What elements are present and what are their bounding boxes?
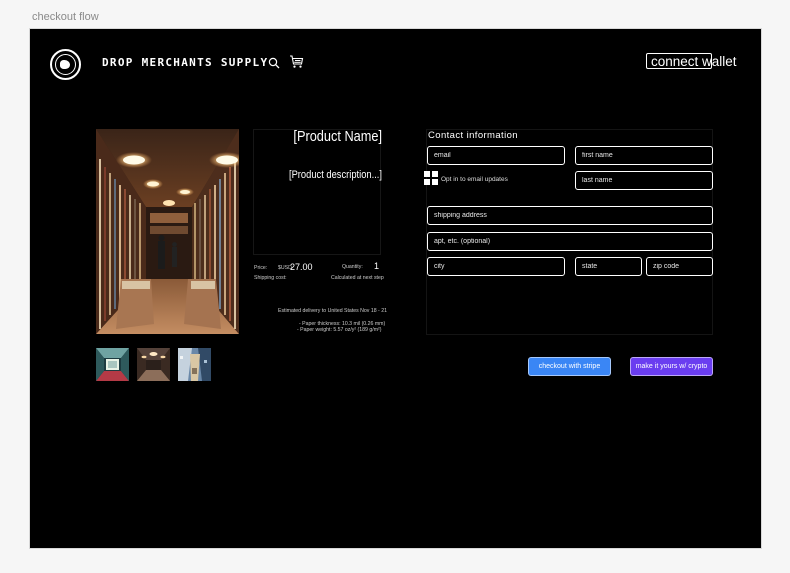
thumbnail-3[interactable]	[178, 348, 211, 381]
city-field[interactable]	[427, 257, 565, 276]
last-name-field[interactable]	[575, 171, 713, 190]
checkout-page: DROP MERCHANTS SUPPLY connect wallet [Pr…	[29, 28, 762, 549]
product-image	[96, 129, 239, 334]
optin-label[interactable]: Opt in to email updates	[441, 176, 508, 183]
quantity-label: Quantity:	[342, 264, 363, 270]
checkout-with-stripe-button[interactable]: checkout with stripe	[528, 357, 611, 376]
thumbnail-1[interactable]	[96, 348, 129, 381]
price-label: Price:	[254, 265, 268, 271]
product-description: [Product description...]	[288, 169, 382, 181]
shipping-address-field[interactable]	[427, 206, 713, 225]
brand-name[interactable]: DROP MERCHANTS SUPPLY	[102, 56, 268, 69]
state-field[interactable]	[575, 257, 642, 276]
contact-title: Contact information	[428, 130, 518, 141]
pay-with-crypto-button[interactable]: make it yours w/ crypto	[630, 357, 713, 376]
frame-label: checkout flow	[32, 11, 99, 23]
search-icon[interactable]	[268, 57, 280, 69]
shipping-value: Calculated at next step	[331, 275, 384, 281]
zip-code-field[interactable]	[646, 257, 713, 276]
grid-checkbox-icon[interactable]	[424, 171, 439, 186]
shipping-label: Shipping cost:	[254, 275, 287, 281]
thumbnail-2[interactable]	[137, 348, 170, 381]
price-value: 27.00	[290, 262, 313, 272]
product-info-box	[253, 129, 381, 255]
delivery-estimate: Estimated delivery to United States Nov …	[278, 308, 387, 314]
connect-wallet-label[interactable]: connect wallet	[651, 53, 737, 71]
apt-field[interactable]	[427, 232, 713, 251]
cart-icon[interactable]	[289, 54, 304, 69]
quantity-value: 1	[374, 261, 380, 271]
paper-weight: - Paper weight: 5.57 oz/y² (189 g/m²)	[297, 327, 382, 333]
globe-logo-icon[interactable]	[50, 49, 81, 80]
email-field[interactable]	[427, 146, 565, 165]
product-name: [Product Name]	[293, 128, 382, 145]
first-name-field[interactable]	[575, 146, 713, 165]
